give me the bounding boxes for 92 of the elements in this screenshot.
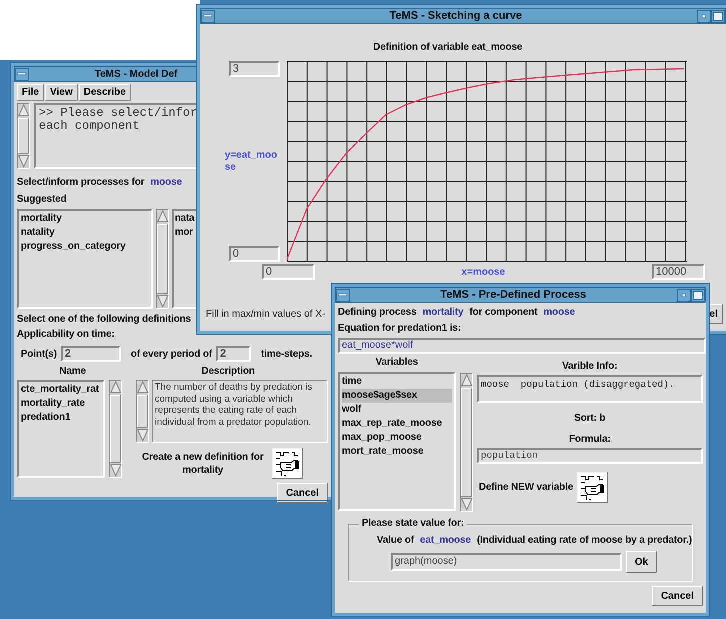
value-field[interactable]: graph(moose) bbox=[391, 553, 622, 571]
menu-item[interactable]: File bbox=[17, 84, 44, 101]
down-arrow-icon[interactable] bbox=[110, 464, 122, 477]
curve-plot-drawing[interactable] bbox=[287, 61, 687, 262]
column-heading: Variables bbox=[374, 357, 420, 368]
up-arrow-icon[interactable] bbox=[110, 381, 122, 394]
process-label: for component bbox=[470, 307, 538, 318]
variable-description: (Individual eating rate of moose by a predator.) bbox=[477, 535, 692, 546]
list-item[interactable]: predation1 bbox=[21, 411, 101, 425]
x-min-field[interactable]: 0 bbox=[262, 264, 315, 280]
define-label: Define NEW variable bbox=[479, 482, 574, 493]
down-arrow-icon[interactable] bbox=[18, 155, 30, 168]
hint-text: Fill in max/min values of X- bbox=[206, 308, 326, 320]
create-label: Create a new definition for mortality bbox=[141, 450, 265, 476]
list-item[interactable]: mortality bbox=[21, 212, 149, 226]
y-axis-label: y=eat_moose bbox=[225, 150, 279, 174]
ok-button[interactable]: Ok bbox=[626, 551, 658, 573]
component-name: moose bbox=[150, 177, 182, 188]
x-axis-label: x=moose bbox=[460, 266, 506, 278]
equation-label: Equation for predation1 is: bbox=[338, 323, 462, 334]
list-item[interactable]: max_rep_rate_moose bbox=[342, 417, 452, 431]
window-menu-icon[interactable] bbox=[336, 288, 350, 302]
scrollbar[interactable] bbox=[136, 380, 149, 443]
list-item[interactable]: nata bbox=[175, 212, 194, 226]
scrollbar[interactable] bbox=[109, 380, 122, 478]
maximize-icon[interactable] bbox=[691, 288, 705, 302]
up-arrow-icon[interactable] bbox=[156, 210, 168, 223]
points-field[interactable]: 2 bbox=[61, 346, 122, 362]
hand-button[interactable] bbox=[577, 472, 608, 503]
window-menu-icon[interactable] bbox=[15, 68, 29, 80]
prompt-label: Select/inform processes for bbox=[17, 177, 145, 188]
scrollbar[interactable] bbox=[156, 209, 169, 309]
down-arrow-icon[interactable] bbox=[156, 295, 168, 308]
sort-label: Sort: b bbox=[573, 413, 607, 424]
section-label: Suggested bbox=[17, 194, 68, 205]
list-item[interactable]: progress_on_category bbox=[21, 240, 149, 254]
component-name: moose bbox=[544, 307, 576, 318]
message-line: each component bbox=[39, 120, 141, 133]
section-label: Varible Info: bbox=[561, 361, 619, 372]
description-text: The number of deaths by predation is computed using a variable which represents the eating rate of each individual from a predator population. bbox=[152, 380, 328, 443]
down-arrow-icon[interactable] bbox=[136, 429, 148, 442]
maximize-icon[interactable] bbox=[711, 10, 725, 22]
cancel-button[interactable]: Cancel bbox=[652, 586, 703, 606]
window-title: TeMS - Model Def bbox=[95, 68, 178, 80]
up-arrow-icon[interactable] bbox=[18, 104, 30, 117]
section-label: Applicability on time: bbox=[17, 329, 116, 340]
list-item[interactable]: mort_rate_moose bbox=[342, 445, 452, 459]
info-text: moose population (disaggregated). bbox=[477, 375, 703, 403]
value-label: Value of bbox=[377, 535, 414, 546]
window-title: TeMS - Pre-Defined Process bbox=[440, 289, 588, 301]
minimize-icon[interactable] bbox=[677, 288, 691, 302]
menu-item[interactable]: Describe bbox=[78, 84, 132, 101]
list-item[interactable]: mor bbox=[175, 226, 193, 240]
list-item[interactable]: cte_mortality_rat bbox=[21, 383, 101, 397]
chart-heading: Definition of variable eat_moose bbox=[372, 42, 524, 53]
period-label: of every period of bbox=[131, 348, 212, 360]
steps-label: time-steps. bbox=[261, 348, 312, 360]
down-arrow-icon[interactable] bbox=[460, 498, 472, 511]
points-label: Point(s) bbox=[21, 348, 58, 360]
y-max-field[interactable]: 3 bbox=[229, 61, 280, 77]
variable-name: eat_moose bbox=[420, 535, 472, 546]
list-item[interactable]: mortality_rate bbox=[21, 397, 101, 411]
minimize-icon[interactable] bbox=[697, 10, 711, 22]
list-item[interactable]: time bbox=[342, 375, 452, 389]
formula-field[interactable]: population bbox=[477, 448, 703, 464]
column-heading: Name bbox=[58, 366, 88, 377]
window-title: TeMS - Sketching a curve bbox=[388, 10, 524, 22]
hand-icon bbox=[274, 450, 301, 478]
scrollbar[interactable] bbox=[17, 103, 30, 169]
list-item[interactable]: wolf bbox=[342, 403, 452, 417]
up-arrow-icon[interactable] bbox=[136, 381, 148, 394]
up-arrow-icon[interactable] bbox=[460, 374, 472, 387]
hand-button[interactable] bbox=[272, 448, 303, 479]
equation-field[interactable]: eat_moose*wolf bbox=[338, 338, 706, 354]
y-min-field[interactable]: 0 bbox=[229, 246, 280, 262]
process-name: mortality bbox=[422, 307, 464, 318]
section-label: Formula: bbox=[568, 434, 612, 445]
window-menu-icon[interactable] bbox=[201, 10, 215, 22]
list-item[interactable]: moose$age$sex bbox=[342, 389, 452, 403]
list-item[interactable]: natality bbox=[21, 226, 149, 240]
cancel-button[interactable]: Cancel bbox=[277, 483, 328, 503]
section-label: Select one of the following definitions bbox=[17, 314, 192, 325]
process-label: Defining process bbox=[338, 307, 417, 318]
hand-icon bbox=[579, 474, 606, 502]
message-line: >> Please select/infor bbox=[39, 107, 198, 120]
x-max-field[interactable]: 10000 bbox=[652, 264, 705, 280]
menu-item[interactable]: View bbox=[45, 84, 78, 101]
group-label: Please state value for: bbox=[359, 518, 468, 529]
column-heading: Description bbox=[200, 366, 256, 377]
scrollbar[interactable] bbox=[460, 373, 473, 512]
list-item[interactable]: max_pop_moose bbox=[342, 431, 452, 445]
period-field[interactable]: 2 bbox=[216, 346, 252, 362]
